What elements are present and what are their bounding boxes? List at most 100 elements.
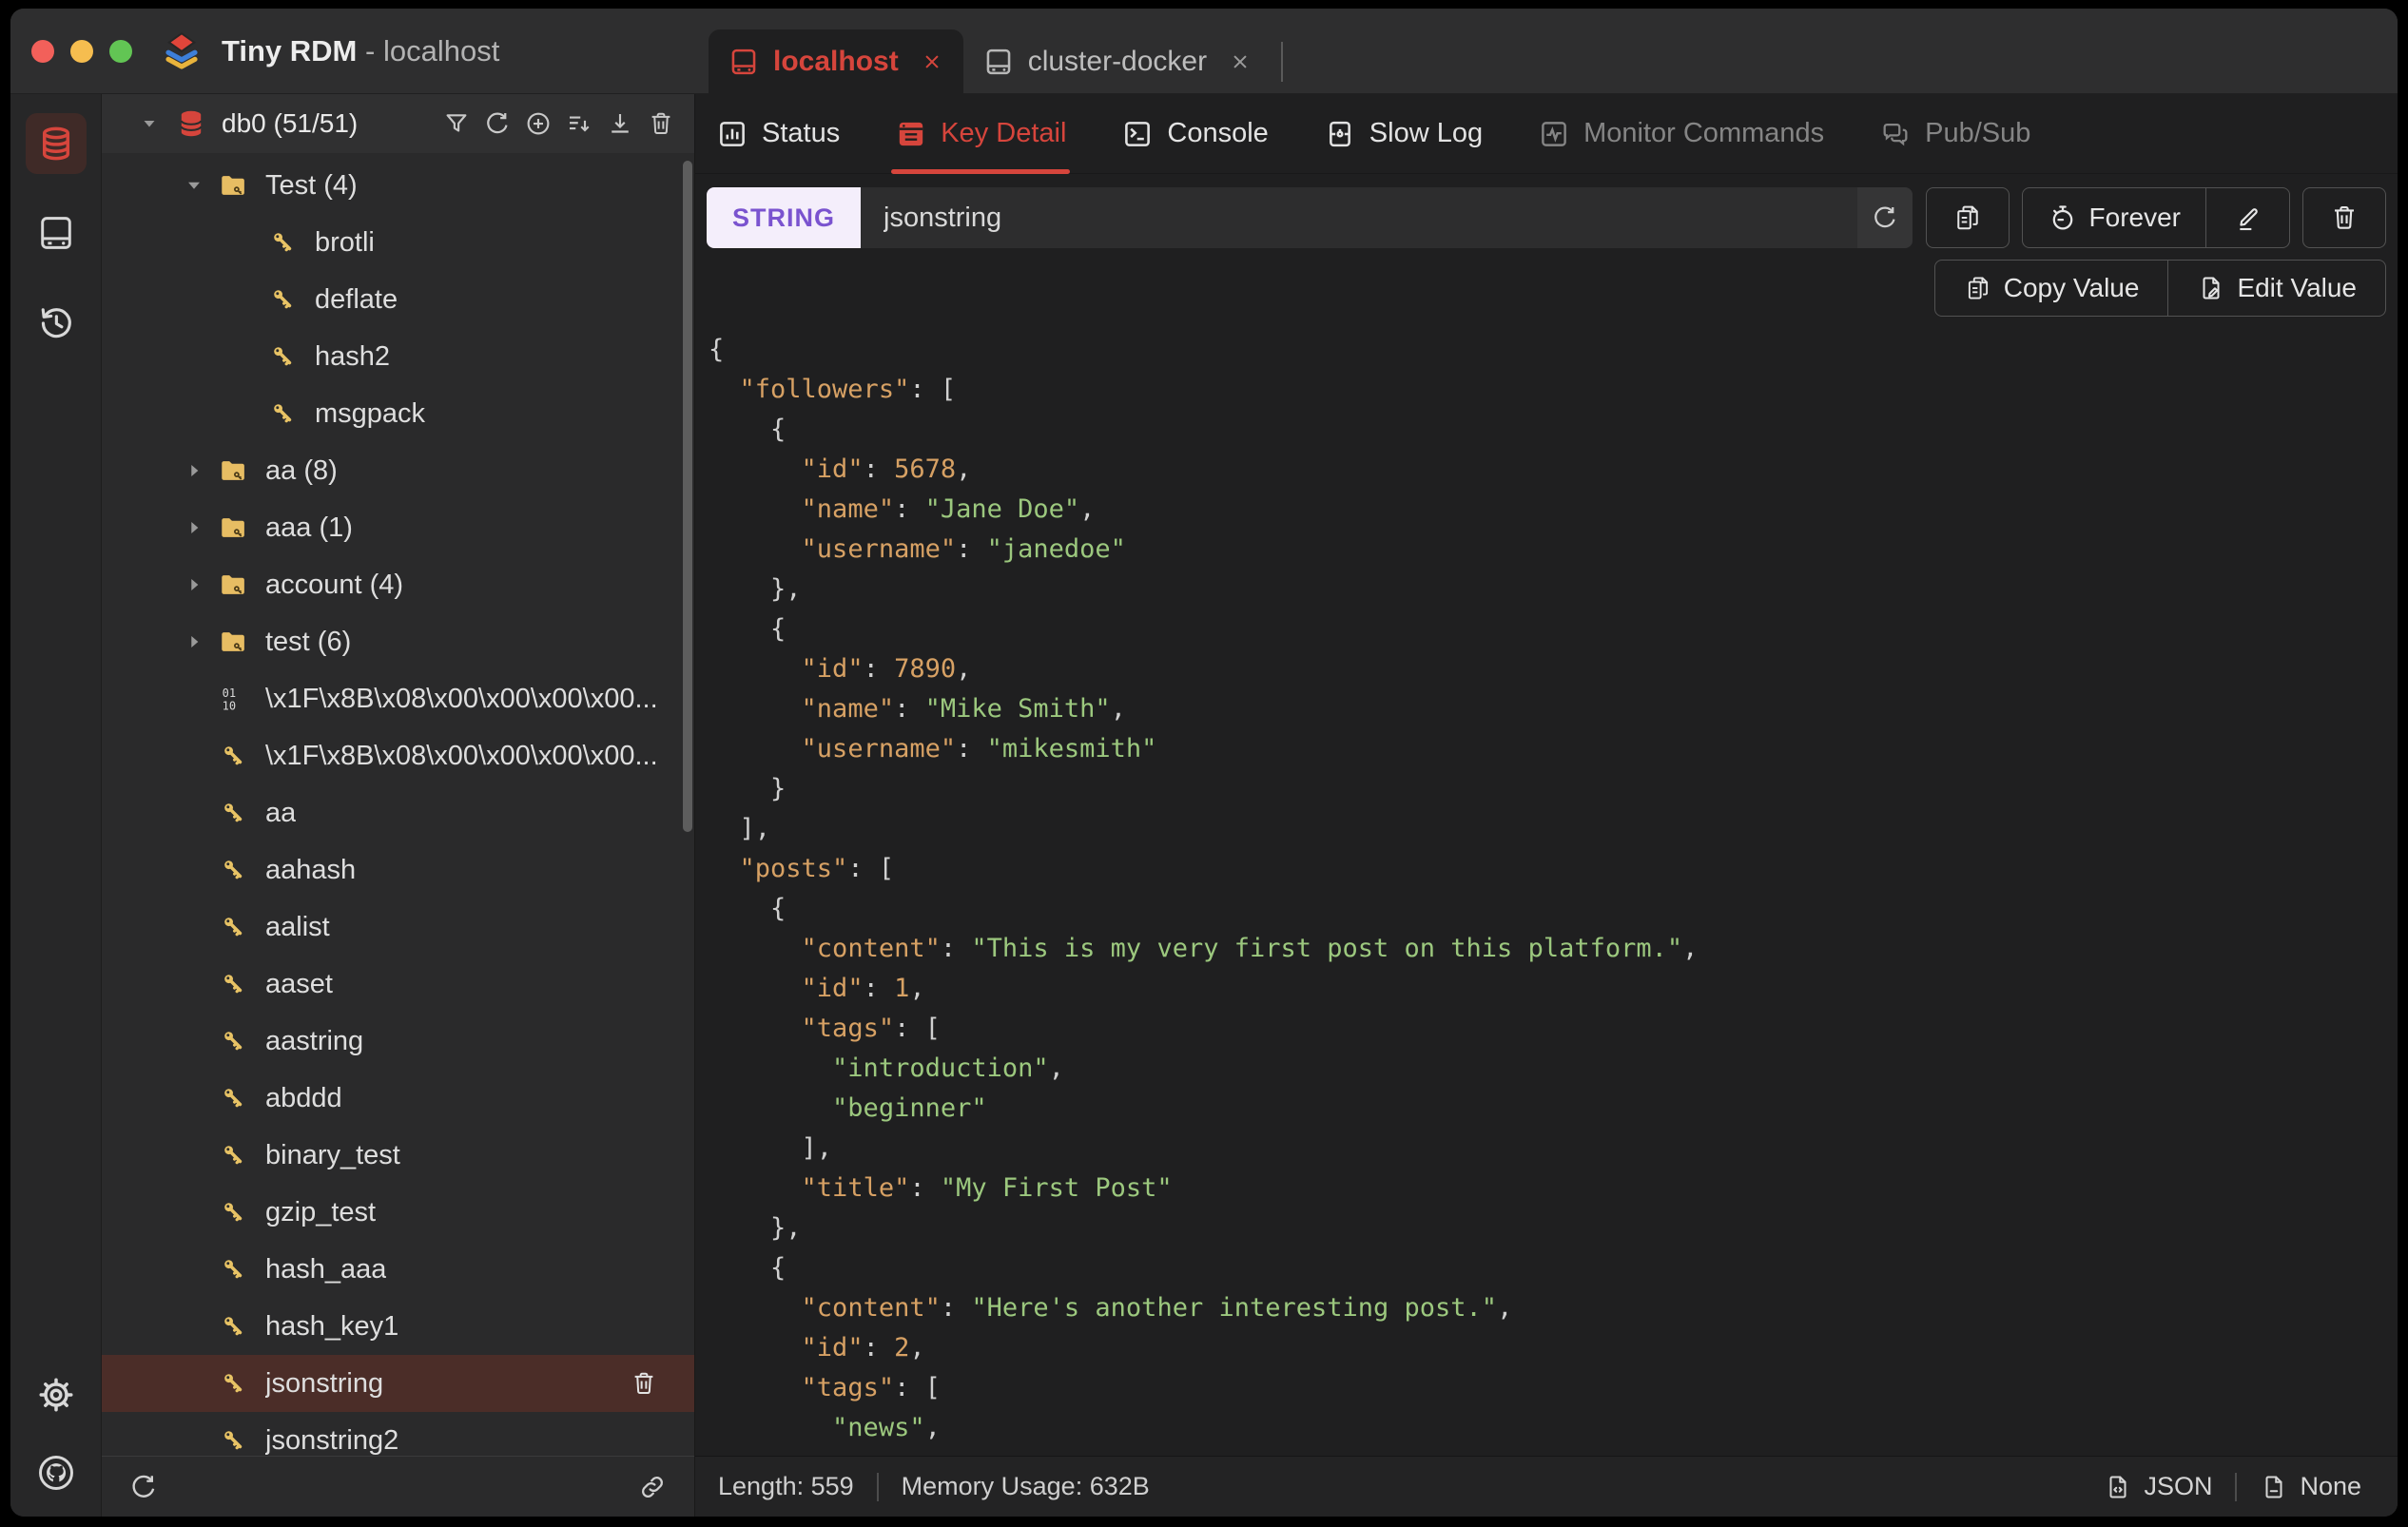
view-format-selector[interactable]: JSON: [2104, 1472, 2212, 1501]
connection-tab-cluster-docker[interactable]: cluster-docker: [963, 29, 1272, 94]
key-icon: [218, 1083, 248, 1113]
monitor-commands-icon: [1538, 118, 1570, 150]
settings-gear-icon[interactable]: [26, 1364, 87, 1425]
tree-item-x1f-x8b-x08-x00-x00-x00-x00[interactable]: \x1F\x8B\x08\x00\x00\x00\x00...: [102, 727, 694, 784]
detail-tab-bar: Status Key Detail Console Slow Log Monitor C…: [695, 94, 2398, 174]
detail-pane: Status Key Detail Console Slow Log Monitor C…: [695, 94, 2398, 1517]
rename-key-button[interactable]: [2206, 187, 2290, 248]
tree-item-gzip-test[interactable]: gzip_test: [102, 1184, 694, 1241]
tree-item-aastring[interactable]: aastring: [102, 1013, 694, 1070]
tree-item-deflate[interactable]: deflate: [102, 271, 694, 328]
slow-log-icon: [1324, 118, 1356, 150]
rail-server-button[interactable]: [26, 203, 87, 263]
chevron-down-icon[interactable]: [138, 112, 161, 135]
tree-item-hash2[interactable]: hash2: [102, 328, 694, 385]
key-type-badge: STRING: [707, 187, 861, 248]
tab-label: Console: [1167, 118, 1269, 148]
chevron-down-icon[interactable]: [182, 173, 206, 198]
chevron-right-icon[interactable]: [182, 458, 206, 483]
minimize-window-button[interactable]: [70, 39, 93, 63]
decode-doc-icon: [2260, 1473, 2288, 1501]
chevron-right-icon[interactable]: [182, 629, 206, 654]
rail-history-button[interactable]: [26, 292, 87, 353]
tab-status[interactable]: Status: [716, 94, 840, 174]
close-window-button[interactable]: [31, 39, 54, 63]
code-line: "name": "Mike Smith",: [801, 694, 1126, 724]
download-icon[interactable]: [606, 109, 634, 138]
tree-item-test-4[interactable]: Test (4): [102, 157, 694, 214]
status-divider: [2235, 1472, 2238, 1501]
tree-scrollbar-thumb[interactable]: [683, 161, 692, 832]
copy-value-label: Copy Value: [2003, 273, 2140, 302]
tree-item-binary-test[interactable]: binary_test: [102, 1127, 694, 1184]
connection-tab-localhost[interactable]: localhost: [709, 29, 963, 94]
tree-item-brotli[interactable]: brotli: [102, 214, 694, 271]
tree-item-msgpack[interactable]: msgpack: [102, 385, 694, 442]
decode-selector[interactable]: None: [2260, 1472, 2361, 1501]
tree-item-aa-8[interactable]: aa (8): [102, 442, 694, 499]
code-line: "content": "Here's another interesting p…: [801, 1293, 1513, 1323]
tree-item-label: test (6): [265, 626, 352, 657]
flush-db-trash-icon[interactable]: [647, 109, 675, 138]
tree-item-abddd[interactable]: abddd: [102, 1070, 694, 1127]
zoom-window-button[interactable]: [109, 39, 132, 63]
tab-console[interactable]: Console: [1121, 94, 1269, 174]
tree-item-hash-aaa[interactable]: hash_aaa: [102, 1241, 694, 1298]
tree-item-account-4[interactable]: account (4): [102, 556, 694, 613]
tree-item-test-6[interactable]: test (6): [102, 613, 694, 670]
tree-item-aaset[interactable]: aaset: [102, 956, 694, 1013]
key-icon: [218, 1140, 248, 1170]
tree-item-aaa-1[interactable]: aaa (1): [102, 499, 694, 556]
code-line: "followers": [: [739, 375, 957, 404]
database-header[interactable]: db0 (51/51): [102, 94, 694, 153]
tree-item-aa[interactable]: aa: [102, 784, 694, 841]
window-title-host: - localhost: [365, 33, 500, 68]
refresh-keys-icon[interactable]: [128, 1472, 159, 1502]
value-viewer[interactable]: { "followers": [ { "id": 5678, "name": "…: [695, 322, 2398, 1456]
key-icon: [267, 398, 298, 429]
edit-value-button[interactable]: Edit Value: [2168, 260, 2386, 317]
chevron-right-icon[interactable]: [182, 515, 206, 540]
close-tab-icon[interactable]: [920, 49, 944, 74]
key-tree[interactable]: Test (4) brotli deflate hash2 msgpack aa (8) a…: [102, 153, 694, 1456]
tree-item-label: aa: [265, 797, 297, 828]
tree-item-jsonstring2[interactable]: jsonstring2: [102, 1412, 694, 1456]
folder-key-icon: [218, 570, 248, 600]
tab-monitor-commands[interactable]: Monitor Commands: [1538, 94, 1824, 174]
memory-usage-label: Memory Usage: 632B: [901, 1472, 1150, 1500]
chevron-right-icon[interactable]: [182, 572, 206, 597]
close-tab-icon[interactable]: [1228, 49, 1253, 74]
window-title: Tiny RDM - localhost: [222, 34, 499, 68]
tree-item-label: hash_aaa: [265, 1253, 387, 1285]
tree-item-aalist[interactable]: aalist: [102, 899, 694, 956]
tree-item-label: deflate: [315, 283, 398, 315]
code-line: "username": "janedoe": [801, 534, 1126, 564]
list-arrow-icon[interactable]: [565, 109, 593, 138]
rail-database-button[interactable]: [25, 113, 87, 174]
ttl-button[interactable]: Forever: [2021, 187, 2206, 248]
tree-item-jsonstring[interactable]: jsonstring: [102, 1355, 694, 1412]
delete-key-icon[interactable]: [630, 1369, 658, 1398]
copy-key-button[interactable]: [1925, 187, 2010, 248]
delete-key-button[interactable]: [2302, 187, 2386, 248]
tab-slow-log[interactable]: Slow Log: [1324, 94, 1483, 174]
tab-key-detail[interactable]: Key Detail: [891, 94, 1071, 174]
reload-key-icon[interactable]: [1856, 187, 1913, 248]
add-key-icon[interactable]: [524, 109, 553, 138]
tree-item-aahash[interactable]: aahash: [102, 841, 694, 899]
tree-item-x1f-x8b-x08-x00-x00-x00-x00[interactable]: 01 10 \x1F\x8B\x08\x00\x00\x00\x00...: [102, 670, 694, 727]
tree-item-label: aaa (1): [265, 512, 353, 543]
key-name-input[interactable]: [861, 202, 1913, 234]
copy-value-button[interactable]: Copy Value: [1933, 260, 2169, 317]
reload-icon[interactable]: [483, 109, 512, 138]
tree-item-hash-key1[interactable]: hash_key1: [102, 1298, 694, 1355]
key-icon: [218, 1368, 248, 1399]
key-icon: [218, 855, 248, 885]
github-icon[interactable]: [26, 1442, 87, 1503]
tab-pub-sub[interactable]: Pub/Sub: [1879, 94, 2030, 174]
status-divider: [876, 1472, 879, 1501]
link-icon[interactable]: [637, 1472, 668, 1502]
filter-funnel-icon[interactable]: [442, 109, 471, 138]
